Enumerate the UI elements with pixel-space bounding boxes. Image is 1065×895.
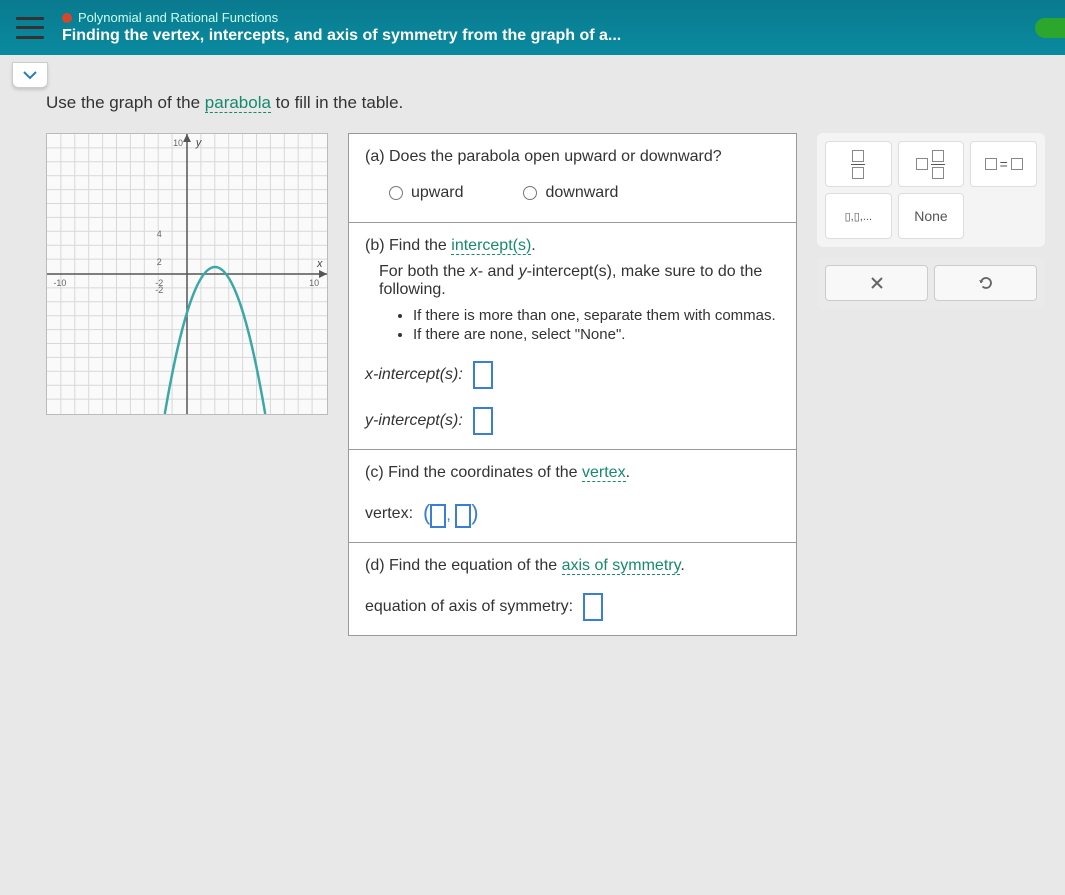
tool-list-label: ▯,▯,... bbox=[845, 210, 872, 223]
bullet-separate: If there is more than one, separate them… bbox=[413, 307, 780, 324]
tool-equals[interactable]: = bbox=[970, 141, 1037, 187]
math-toolbox: = ▯,▯,... None bbox=[817, 133, 1045, 309]
question-b-prompt: (b) Find the intercept(s). bbox=[365, 237, 780, 255]
content-area: Use the graph of the parabola to fill in… bbox=[0, 55, 1065, 656]
vertex-input[interactable]: (, ) bbox=[423, 500, 479, 528]
breadcrumb: Polynomial and Rational Functions bbox=[62, 10, 621, 25]
svg-text:x: x bbox=[316, 258, 323, 270]
x-intercept-input[interactable] bbox=[473, 361, 493, 389]
question-table: (a) Does the parabola open upward or dow… bbox=[348, 133, 797, 636]
module-marker-icon bbox=[62, 13, 72, 23]
svg-text:10: 10 bbox=[309, 278, 319, 288]
breadcrumb-text: Polynomial and Rational Functions bbox=[78, 10, 278, 25]
tool-list[interactable]: ▯,▯,... bbox=[825, 193, 892, 239]
term-intercepts[interactable]: intercept(s) bbox=[451, 237, 531, 255]
tool-mixed-fraction[interactable] bbox=[898, 141, 965, 187]
axis-symmetry-input[interactable] bbox=[583, 593, 603, 621]
question-b: (b) Find the intercept(s). For both the … bbox=[349, 223, 796, 450]
radio-icon bbox=[523, 186, 537, 200]
radio-upward[interactable]: upward bbox=[389, 184, 463, 202]
x-intercept-label: x-intercept(s): bbox=[365, 366, 463, 384]
question-d: (d) Find the equation of the axis of sym… bbox=[349, 543, 796, 635]
svg-text:-2: -2 bbox=[155, 285, 163, 295]
tool-none-label: None bbox=[914, 208, 947, 224]
term-vertex[interactable]: vertex bbox=[582, 464, 626, 482]
svg-text:-10: -10 bbox=[53, 278, 66, 288]
axis-symmetry-label: equation of axis of symmetry: bbox=[365, 598, 573, 616]
app-header: Polynomial and Rational Functions Findin… bbox=[0, 0, 1065, 55]
vertex-label: vertex: bbox=[365, 505, 413, 523]
y-intercept-label: y-intercept(s): bbox=[365, 412, 463, 430]
header-right-indicator bbox=[1035, 18, 1065, 38]
reset-button[interactable] bbox=[934, 265, 1037, 301]
collapse-toggle[interactable] bbox=[12, 62, 48, 88]
term-parabola[interactable]: parabola bbox=[205, 93, 271, 113]
y-intercept-input[interactable] bbox=[473, 407, 493, 435]
instruction-suffix: to fill in the table. bbox=[271, 93, 403, 112]
instruction-text: Use the graph of the parabola to fill in… bbox=[46, 93, 1045, 113]
question-a: (a) Does the parabola open upward or dow… bbox=[349, 134, 796, 223]
radio-downward-label: downward bbox=[545, 184, 618, 202]
svg-text:10: 10 bbox=[173, 138, 183, 148]
clear-button[interactable] bbox=[825, 265, 928, 301]
parabola-graph: -1010 10 -2 2 4 -2 y x bbox=[46, 133, 328, 415]
radio-downward[interactable]: downward bbox=[523, 184, 618, 202]
question-d-prompt: (d) Find the equation of the axis of sym… bbox=[365, 557, 780, 575]
radio-icon bbox=[389, 186, 403, 200]
question-b-desc: For both the x- and y-intercept(s), make… bbox=[365, 255, 780, 343]
svg-text:4: 4 bbox=[157, 229, 162, 239]
bullet-none: If there are none, select "None". bbox=[413, 326, 780, 343]
svg-text:2: 2 bbox=[157, 257, 162, 267]
question-a-prompt: (a) Does the parabola open upward or dow… bbox=[365, 148, 780, 166]
question-c-prompt: (c) Find the coordinates of the vertex. bbox=[365, 464, 780, 482]
menu-icon[interactable] bbox=[16, 17, 44, 39]
instruction-prefix: Use the graph of the bbox=[46, 93, 205, 112]
question-c: (c) Find the coordinates of the vertex. … bbox=[349, 450, 796, 543]
term-axis-symmetry[interactable]: axis of symmetry bbox=[562, 557, 681, 575]
radio-upward-label: upward bbox=[411, 184, 463, 202]
svg-text:y: y bbox=[195, 137, 202, 149]
tool-none[interactable]: None bbox=[898, 193, 965, 239]
tool-fraction[interactable] bbox=[825, 141, 892, 187]
page-title: Finding the vertex, intercepts, and axis… bbox=[62, 27, 621, 45]
